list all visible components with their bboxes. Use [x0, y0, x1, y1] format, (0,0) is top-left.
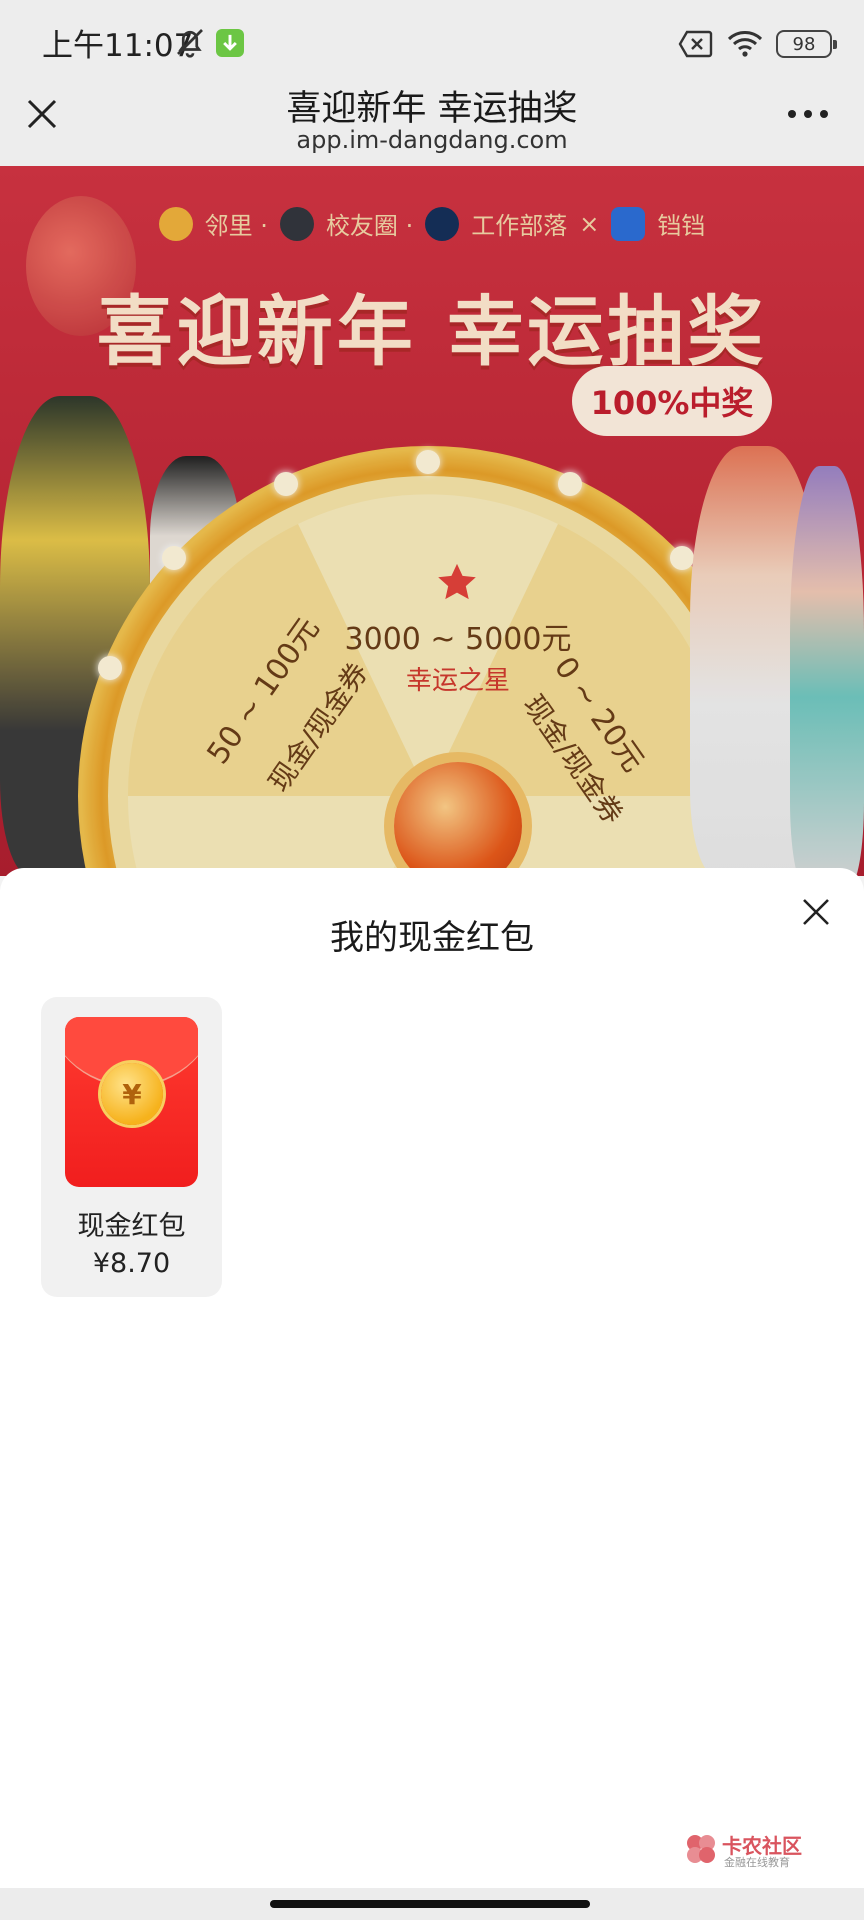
home-bar-area: [0, 1888, 864, 1920]
more-icon[interactable]: [788, 110, 828, 118]
download-icon: [216, 29, 244, 57]
coin-icon: ¥: [101, 1063, 163, 1125]
page-url: app.im-dangdang.com: [296, 126, 568, 154]
watermark-subtitle: 金融在线教育: [724, 1856, 790, 1869]
bell-off-icon: [177, 29, 203, 58]
page-title: 喜迎新年 幸运抽奖: [286, 89, 578, 129]
battery-level: 98: [792, 33, 816, 55]
red-envelope-icon: ¥: [65, 1017, 198, 1187]
close-icon[interactable]: [796, 892, 836, 932]
card-name: 现金红包: [77, 1211, 186, 1242]
card-amount: ¥8.70: [92, 1248, 171, 1279]
status-bar: 上午11:07 98: [0, 0, 864, 80]
no-sim-icon: [678, 30, 713, 58]
status-time: 上午11:07: [42, 28, 194, 64]
red-envelope-card[interactable]: ¥ 现金红包 ¥8.70: [41, 997, 222, 1297]
sheet-title: 我的现金红包: [330, 918, 534, 958]
red-envelope-sheet: 我的现金红包 ¥ 现金红包 ¥8.70: [0, 868, 864, 1888]
kanong-logo-icon: [687, 1835, 715, 1863]
coin-symbol: ¥: [122, 1077, 142, 1111]
home-indicator[interactable]: [270, 1900, 590, 1908]
watermark: 卡农社区 金融在线教育: [684, 1830, 844, 1870]
battery-icon: 98: [776, 30, 837, 58]
modal-overlay[interactable]: [0, 166, 864, 876]
wifi-icon: [727, 31, 763, 57]
nav-bar: 喜迎新年 幸运抽奖 app.im-dangdang.com: [0, 80, 864, 166]
